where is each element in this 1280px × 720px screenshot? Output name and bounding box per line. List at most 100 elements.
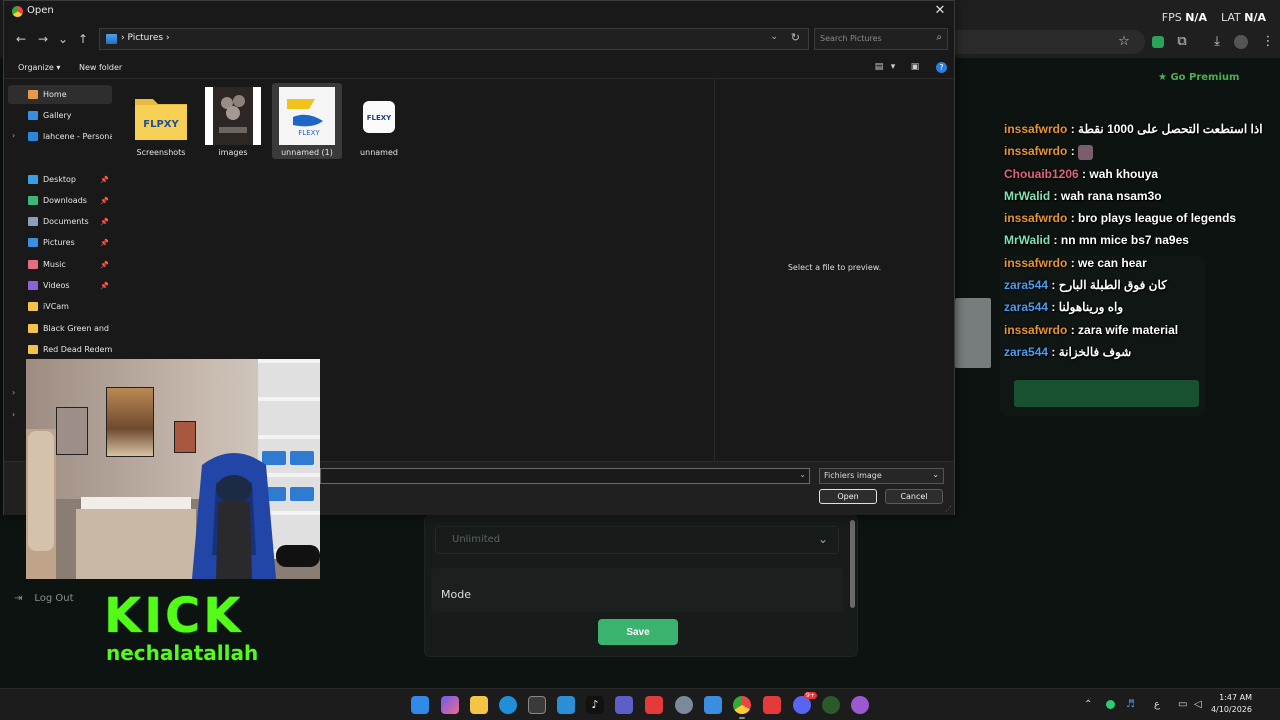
nav-item-lahcene-personal[interactable]: lahcene - Personal — [8, 127, 112, 146]
breadcrumb[interactable]: › Pictures › ⌄ ↻ — [99, 28, 809, 50]
nav-item-ivcam[interactable]: iVCam — [8, 297, 112, 316]
store-icon[interactable] — [528, 696, 546, 714]
chat-text: كان فوق الطبلة البارح — [1058, 278, 1167, 293]
logout-link[interactable]: ⇥ Log Out — [14, 593, 74, 604]
nav-item-home[interactable]: Home — [8, 85, 112, 104]
go-premium-link[interactable]: ★ Go Premium — [1158, 72, 1239, 83]
file-item[interactable]: FLEXY unnamed (1) — [272, 83, 342, 159]
status-icon[interactable] — [1106, 700, 1115, 709]
microphone-icon[interactable]: ♬ — [1126, 699, 1135, 710]
folder-icon — [28, 302, 38, 311]
photos-icon[interactable] — [704, 696, 722, 714]
extension-icon[interactable] — [1152, 36, 1164, 48]
cancel-button[interactable]: Cancel — [885, 489, 943, 504]
app-icon[interactable] — [851, 696, 869, 714]
save-button[interactable]: Save — [598, 619, 678, 645]
outlook-icon[interactable] — [557, 696, 575, 714]
volume-icon[interactable]: ◁ — [1194, 699, 1202, 710]
page-scrollbar[interactable] — [850, 520, 855, 608]
bookmark-star-icon[interactable]: ☆ — [1116, 34, 1132, 50]
dialog-nav-row: ← → ⌄ ↑ › Pictures › ⌄ ↻ Search Pictures… — [4, 27, 954, 53]
pin-icon: 📌 — [100, 260, 109, 269]
pin-icon: 📌 — [100, 217, 109, 226]
chrome-icon[interactable] — [733, 696, 751, 714]
clock-time[interactable]: 1:47 AM — [1216, 693, 1252, 702]
nav-item-red-dead-redempt[interactable]: Red Dead Redempt — [8, 340, 112, 359]
dialog-title: Open — [27, 5, 54, 16]
nav-item-videos[interactable]: Videos 📌 — [8, 276, 112, 295]
language-indicator[interactable]: ع — [1154, 699, 1160, 710]
preview-pane-icon[interactable]: ▣ — [909, 62, 921, 72]
settings-gear-icon[interactable] — [675, 696, 693, 714]
mode-field[interactable]: Mode — [431, 568, 843, 612]
close-icon[interactable]: ✕ — [932, 3, 948, 18]
breadcrumb-pictures[interactable]: › Pictures › — [121, 33, 170, 43]
file-explorer-icon[interactable] — [470, 696, 488, 714]
copilot-icon[interactable] — [441, 696, 459, 714]
chevron-down-icon[interactable]: ⌄ — [770, 32, 778, 42]
nav-item-pictures[interactable]: Pictures 📌 — [8, 233, 112, 252]
onedrive-icon — [28, 132, 38, 141]
chat-message: inssafwrdo : zara wife material — [1004, 322, 1179, 337]
new-folder-button[interactable]: New folder — [79, 63, 122, 72]
chat-username[interactable]: zara544 — [1004, 345, 1048, 359]
app-icon[interactable] — [763, 696, 781, 714]
network-icon[interactable]: ▭ — [1178, 699, 1187, 710]
chat-username[interactable]: MrWalid — [1004, 189, 1050, 203]
clock-date[interactable]: 4/10/2026 — [1210, 705, 1252, 714]
file-item[interactable]: images — [198, 83, 268, 159]
chat-username[interactable]: inssafwrdo — [1004, 122, 1067, 136]
chat-username[interactable]: inssafwrdo — [1004, 323, 1067, 337]
extensions-puzzle-icon[interactable]: ⧉ — [1174, 34, 1190, 50]
chevron-up-icon[interactable]: ⌃ — [1084, 699, 1092, 710]
svg-text:FLEXY: FLEXY — [367, 114, 392, 122]
nav-item-gallery[interactable]: Gallery — [8, 106, 112, 125]
nav-item-downloads[interactable]: Downloads 📌 — [8, 191, 112, 210]
help-icon[interactable]: ? — [936, 62, 947, 73]
edge-icon[interactable] — [499, 696, 517, 714]
nav-item-music[interactable]: Music 📌 — [8, 255, 112, 274]
download-icon[interactable]: ⤓ — [1209, 34, 1225, 50]
chat-username[interactable]: inssafwrdo — [1004, 256, 1067, 270]
search-input[interactable]: Search Pictures ⌕ — [814, 28, 948, 50]
app-icon[interactable] — [645, 696, 663, 714]
recent-locations-chevron-icon[interactable]: ⌄ — [55, 31, 71, 47]
forward-arrow-icon[interactable]: → — [35, 31, 51, 47]
chat-username[interactable]: zara544 — [1004, 300, 1048, 314]
organize-menu[interactable]: Organize ▾ — [18, 63, 60, 72]
chat-username[interactable]: MrWalid — [1004, 233, 1050, 247]
settings-form: Unlimited ⌄ Mode Save — [424, 515, 858, 657]
filename-field[interactable]: ⌄ — [320, 468, 810, 484]
file-type-select[interactable]: Fichiers image ⌄ — [819, 468, 944, 484]
resize-grip-icon[interactable]: ⋰ — [945, 505, 952, 513]
profile-avatar[interactable] — [1234, 35, 1248, 49]
promo-button[interactable] — [1014, 380, 1199, 407]
tiktok-icon[interactable]: ♪ — [586, 696, 604, 714]
chat-text: zara wife material — [1078, 322, 1179, 337]
up-arrow-icon[interactable]: ↑ — [75, 31, 91, 47]
more-menu-icon[interactable]: ⋮ — [1260, 34, 1276, 50]
file-item[interactable]: FLEXY unnamed — [344, 83, 414, 159]
chat-username[interactable]: inssafwrdo — [1004, 211, 1067, 225]
nav-item-black-green-and-wh[interactable]: Black Green and Wh — [8, 319, 112, 338]
chevron-down-icon[interactable]: ⌄ — [799, 470, 806, 479]
expand-chevron-icon[interactable]: › — [12, 131, 15, 140]
chat-username[interactable]: zara544 — [1004, 278, 1048, 292]
chevron-down-icon[interactable]: ▾ — [887, 62, 899, 72]
expand-chevron-icon[interactable]: › — [12, 410, 15, 419]
xbox-icon[interactable] — [822, 696, 840, 714]
view-options-icon[interactable]: ▤ — [873, 62, 885, 72]
nav-item-desktop[interactable]: Desktop 📌 — [8, 170, 112, 189]
limit-select[interactable]: Unlimited ⌄ — [435, 526, 839, 554]
chat-username[interactable]: Chouaib1206 — [1004, 167, 1079, 181]
expand-chevron-icon[interactable]: › — [12, 388, 15, 397]
teams-icon[interactable] — [615, 696, 633, 714]
nav-item-documents[interactable]: Documents 📌 — [8, 212, 112, 231]
preview-pane: Select a file to preview. — [714, 79, 954, 461]
start-icon[interactable] — [411, 696, 429, 714]
open-button[interactable]: Open — [819, 489, 877, 504]
refresh-icon[interactable]: ↻ — [791, 31, 800, 44]
file-item[interactable]: FLPXY Screenshots — [126, 83, 196, 159]
back-arrow-icon[interactable]: ← — [13, 31, 29, 47]
chat-username[interactable]: inssafwrdo — [1004, 144, 1067, 158]
